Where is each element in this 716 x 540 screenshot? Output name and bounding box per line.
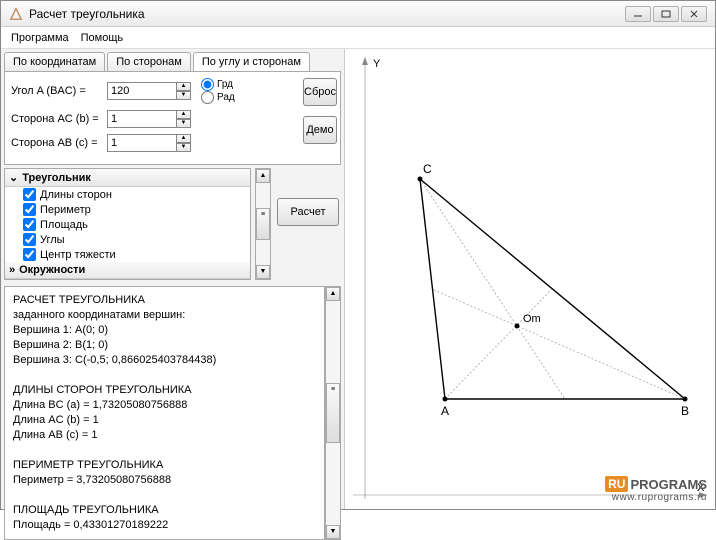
radio-deg[interactable] bbox=[201, 78, 214, 91]
window-title: Расчет треугольника bbox=[29, 7, 625, 21]
options-area: ⌄ Треугольник Длины сторон Периметр Площ… bbox=[4, 168, 341, 280]
checkbox-perimeter[interactable] bbox=[23, 203, 36, 216]
option-row[interactable]: Углы bbox=[5, 232, 250, 247]
chevron-down-icon: ⌄ bbox=[9, 171, 18, 184]
options-scrollbar[interactable]: ▲≡▼ bbox=[255, 168, 271, 280]
tab-sides[interactable]: По сторонам bbox=[107, 52, 191, 71]
calc-button[interactable]: Расчет bbox=[277, 198, 339, 226]
demo-button[interactable]: Демо bbox=[303, 116, 337, 144]
app-icon bbox=[9, 7, 23, 21]
reset-button[interactable]: Сброс bbox=[303, 78, 337, 106]
side-ab-spinner[interactable]: ▲▼ bbox=[176, 134, 191, 152]
options-header-circles[interactable]: » Окружности bbox=[5, 262, 250, 279]
option-row[interactable]: Центр тяжести bbox=[5, 247, 250, 262]
tab-coords[interactable]: По координатам bbox=[4, 52, 105, 71]
options-list[interactable]: ⌄ Треугольник Длины сторон Периметр Площ… bbox=[4, 168, 251, 280]
checkbox-lengths[interactable] bbox=[23, 188, 36, 201]
side-ac-input[interactable] bbox=[107, 110, 177, 128]
menu-help[interactable]: Помощь bbox=[81, 32, 124, 44]
angle-label: Угол A (BAC) = bbox=[11, 85, 107, 97]
results-scrollbar[interactable]: ▲≡▼ bbox=[325, 286, 341, 540]
checkbox-angles[interactable] bbox=[23, 233, 36, 246]
tab-angle-sides[interactable]: По углу и сторонам bbox=[193, 52, 310, 71]
label-c: C bbox=[423, 162, 432, 176]
tabs: По координатам По сторонам По углу и сто… bbox=[1, 49, 344, 71]
titlebar: Расчет треугольника bbox=[1, 1, 715, 27]
canvas-area: Y X Om C A B RUPROGRAMS www.ruprograms.r… bbox=[345, 49, 715, 509]
window-buttons bbox=[625, 6, 707, 22]
option-row[interactable]: Площадь bbox=[5, 217, 250, 232]
side-ab-input[interactable] bbox=[107, 134, 177, 152]
option-row[interactable]: Длины сторон bbox=[5, 187, 250, 202]
label-centroid: Om bbox=[523, 313, 541, 325]
watermark: RUPROGRAMS www.ruprograms.ru bbox=[605, 476, 707, 503]
triangle-canvas: Y X Om C A B bbox=[345, 49, 715, 509]
side-ac-label: Сторона AC (b) = bbox=[11, 113, 107, 125]
axis-y-label: Y bbox=[373, 58, 381, 70]
menu-program[interactable]: Программа bbox=[11, 32, 69, 44]
angle-spinner[interactable]: ▲▼ bbox=[176, 82, 191, 100]
side-ab-label: Сторона AB (c) = bbox=[11, 137, 107, 149]
menubar: Программа Помощь bbox=[1, 27, 715, 49]
minimize-button[interactable] bbox=[625, 6, 651, 22]
checkbox-area[interactable] bbox=[23, 218, 36, 231]
unit-deg[interactable]: Грд bbox=[201, 78, 297, 91]
maximize-button[interactable] bbox=[653, 6, 679, 22]
chevron-right-icon: » bbox=[9, 264, 15, 276]
label-a: A bbox=[441, 404, 449, 418]
radio-rad[interactable] bbox=[201, 91, 214, 104]
close-button[interactable] bbox=[681, 6, 707, 22]
options-header-triangle[interactable]: ⌄ Треугольник bbox=[5, 169, 250, 187]
label-b: B bbox=[681, 404, 689, 418]
input-panel: Угол A (BAC) = ▲▼ Грд Рад Сторона AC (b)… bbox=[4, 71, 341, 165]
unit-rad[interactable]: Рад bbox=[201, 91, 297, 104]
results-text[interactable]: РАСЧЕТ ТРЕУГОЛЬНИКА заданного координата… bbox=[4, 286, 325, 540]
option-row[interactable]: Периметр bbox=[5, 202, 250, 217]
angle-input[interactable] bbox=[107, 82, 177, 100]
checkbox-centroid[interactable] bbox=[23, 248, 36, 261]
left-panel: По координатам По сторонам По углу и сто… bbox=[1, 49, 345, 509]
side-ac-spinner[interactable]: ▲▼ bbox=[176, 110, 191, 128]
